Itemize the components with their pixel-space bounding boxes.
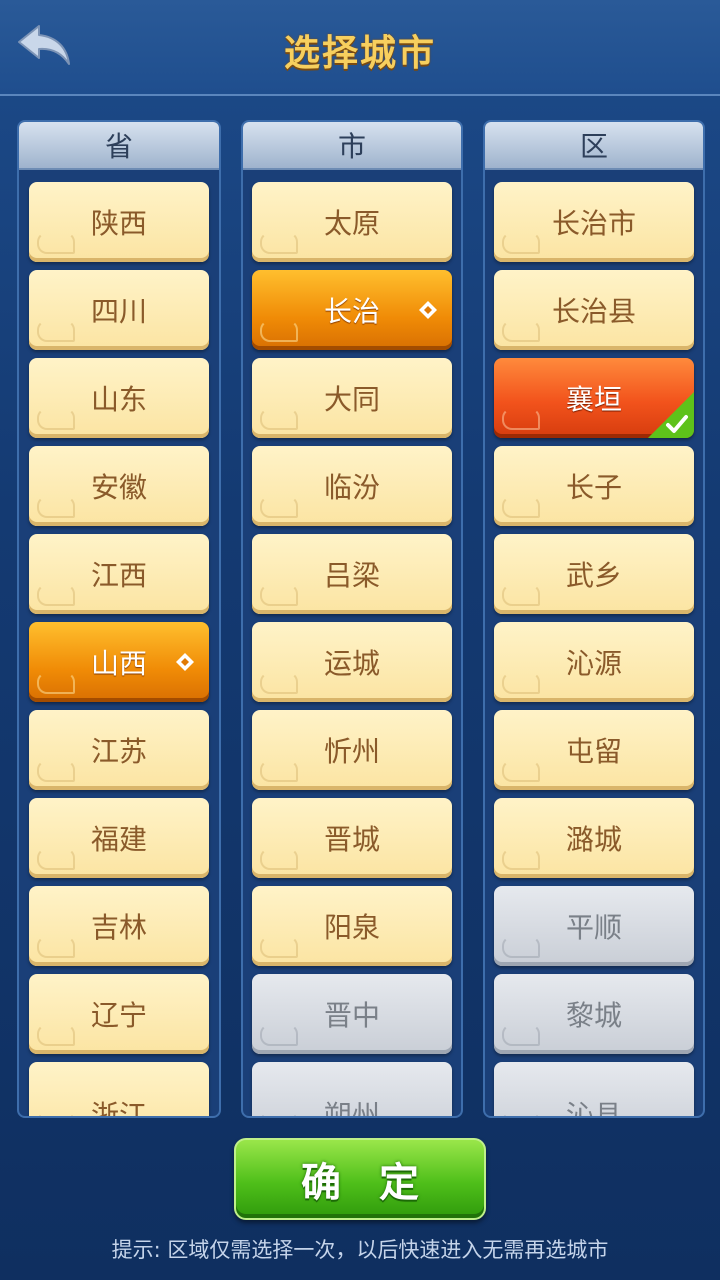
city-item-selected[interactable]: 长治 [252, 270, 452, 350]
province-item[interactable]: 吉林 [29, 886, 209, 966]
district-item-selected[interactable]: 襄垣 [494, 358, 694, 438]
district-column-header: 区 [485, 122, 703, 170]
city-column-header: 市 [243, 122, 461, 170]
district-item[interactable]: 长子 [494, 446, 694, 526]
city-list[interactable]: 太原 长治 大同 临汾 吕梁 运城 忻州 晋城 阳泉 晋中 朔州 [243, 182, 461, 1116]
district-list[interactable]: 长治市 长治县 襄垣 长子 武乡 沁源 屯留 潞城 平顺 黎城 沁县 [485, 182, 703, 1116]
province-item[interactable]: 四川 [29, 270, 209, 350]
city-item[interactable]: 太原 [252, 182, 452, 262]
province-item[interactable]: 福建 [29, 798, 209, 878]
hint-text: 提示: 区域仅需选择一次，以后快速进入无需再选城市 [111, 1238, 609, 1262]
district-item-disabled[interactable]: 平顺 [494, 886, 694, 966]
province-item[interactable]: 江苏 [29, 710, 209, 790]
province-column-header: 省 [19, 122, 219, 170]
district-item[interactable]: 武乡 [494, 534, 694, 614]
district-item[interactable]: 长治县 [494, 270, 694, 350]
city-item[interactable]: 晋城 [252, 798, 452, 878]
province-item[interactable]: 山东 [29, 358, 209, 438]
city-item[interactable]: 阳泉 [252, 886, 452, 966]
city-item-disabled[interactable]: 朔州 [252, 1062, 452, 1116]
city-column[interactable]: 市 太原 长治 大同 临汾 吕梁 运城 忻州 晋城 阳泉 晋中 朔州 [241, 120, 463, 1118]
district-item[interactable]: 沁源 [494, 622, 694, 702]
province-item[interactable]: 辽宁 [29, 974, 209, 1054]
province-item[interactable]: 江西 [29, 534, 209, 614]
confirm-button[interactable]: 确定 [234, 1138, 486, 1220]
city-item[interactable]: 运城 [252, 622, 452, 702]
province-column[interactable]: 省 陕西 四川 山东 安徽 江西 山西 江苏 福建 吉林 辽宁 浙江 [17, 120, 221, 1118]
city-item[interactable]: 大同 [252, 358, 452, 438]
district-item-disabled[interactable]: 黎城 [494, 974, 694, 1054]
city-item[interactable]: 忻州 [252, 710, 452, 790]
district-item[interactable]: 长治市 [494, 182, 694, 262]
header-bar: 选择城市 [0, 0, 720, 96]
province-item[interactable]: 浙江 [29, 1062, 209, 1116]
district-item-disabled[interactable]: 沁县 [494, 1062, 694, 1116]
district-item[interactable]: 潞城 [494, 798, 694, 878]
city-item-disabled[interactable]: 晋中 [252, 974, 452, 1054]
province-item-selected[interactable]: 山西 [29, 622, 209, 702]
diamond-icon [175, 652, 195, 672]
district-item[interactable]: 屯留 [494, 710, 694, 790]
city-item[interactable]: 吕梁 [252, 534, 452, 614]
province-item[interactable]: 陕西 [29, 182, 209, 262]
province-list[interactable]: 陕西 四川 山东 安徽 江西 山西 江苏 福建 吉林 辽宁 浙江 [19, 182, 219, 1116]
province-item[interactable]: 安徽 [29, 446, 209, 526]
diamond-icon [418, 300, 438, 320]
check-icon [648, 392, 694, 438]
city-item[interactable]: 临汾 [252, 446, 452, 526]
district-column[interactable]: 区 长治市 长治县 襄垣 长子 武乡 沁源 屯留 潞城 平顺 黎城 沁县 [483, 120, 705, 1118]
page-title: 选择城市 [283, 33, 436, 74]
